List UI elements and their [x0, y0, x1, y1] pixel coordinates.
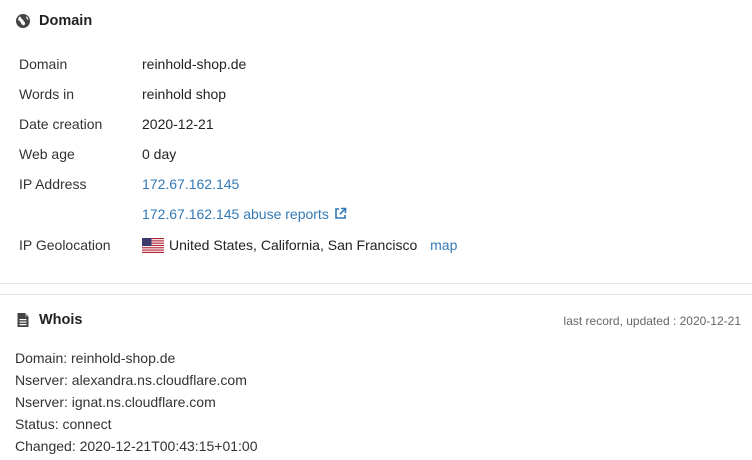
divider [0, 283, 752, 284]
map-link[interactable]: map [430, 237, 457, 253]
whois-line-nserver-2: Nserver: ignat.ns.cloudflare.com [15, 394, 216, 410]
label-ip-geolocation: IP Geolocation [19, 237, 111, 253]
us-flag-icon [142, 238, 164, 253]
label-ip-address: IP Address [19, 176, 87, 192]
external-link-icon[interactable] [334, 205, 347, 219]
divider [0, 294, 752, 295]
label-domain: Domain [19, 56, 68, 72]
label-web-age: Web age [19, 146, 75, 162]
abuse-reports-link[interactable]: 172.67.162.145 abuse reports [142, 206, 329, 222]
domain-panel-title-text: Domain [39, 13, 93, 29]
geo-value-wrap: United States, California, San Francisco… [142, 235, 457, 255]
label-words-in: Words in [19, 86, 74, 102]
abuse-reports-wrap: 172.67.162.145 abuse reports [142, 204, 347, 224]
value-domain: reinhold-shop.de [142, 56, 247, 72]
value-date-creation: 2020-12-21 [142, 116, 214, 132]
document-icon [15, 312, 31, 328]
whois-line-status: Status: connect [15, 416, 112, 432]
ip-address-link[interactable]: 172.67.162.145 [142, 174, 239, 194]
whois-panel-title-text: Whois [39, 312, 83, 328]
globe-icon [15, 13, 31, 29]
domain-panel-title: Domain [15, 13, 92, 29]
whois-line-changed: Changed: 2020-12-21T00:43:15+01:00 [15, 438, 258, 454]
whois-updated-text: last record, updated : 2020-12-21 [563, 314, 741, 328]
whois-line-nserver-1: Nserver: alexandra.ns.cloudflare.com [15, 372, 247, 388]
whois-line-domain: Domain: reinhold-shop.de [15, 350, 176, 366]
whois-panel-title: Whois [15, 312, 83, 328]
value-web-age: 0 day [142, 146, 177, 162]
geo-value: United States, California, San Francisco [169, 237, 418, 253]
value-words-in: reinhold shop [142, 86, 227, 102]
label-date-creation: Date creation [19, 116, 103, 132]
